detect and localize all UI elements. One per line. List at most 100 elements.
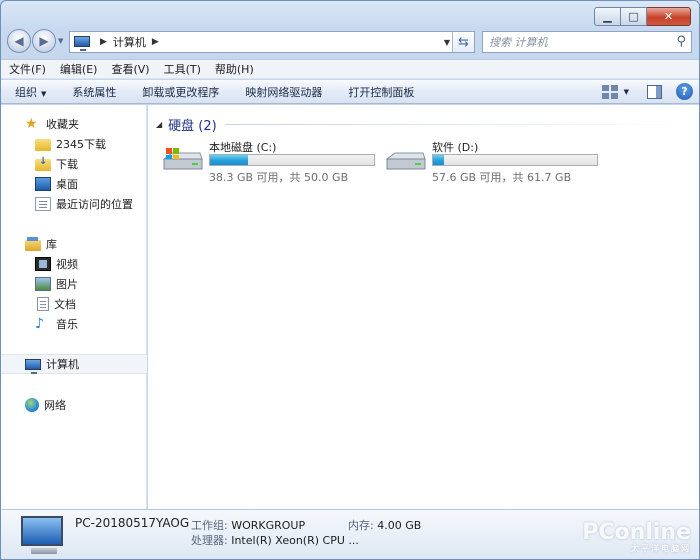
maximize-button[interactable]: □ [621, 7, 647, 26]
windows-drive-icon [162, 148, 203, 170]
sidebar-item-label: 文档 [54, 298, 76, 311]
processor-value: Intel(R) Xeon(R) CPU ... [231, 534, 359, 547]
recent-pages-dropdown[interactable]: ▼ [58, 37, 63, 45]
sidebar-item-label: 2345下载 [56, 138, 106, 151]
forward-button[interactable]: ▶ [32, 29, 56, 53]
search-input[interactable]: 搜索 计算机 ⚲ [482, 31, 692, 53]
pconline-watermark: PConline 太平洋电脑网 [582, 520, 691, 554]
computer-icon [74, 35, 90, 51]
search-icon[interactable]: ⚲ [676, 34, 686, 49]
memory-value: 4.00 GB [377, 519, 422, 532]
drive-d[interactable]: 软件 (D:) 57.6 GB 可用，共 61.7 GB [385, 139, 605, 184]
drive-free-space: 57.6 GB 可用，共 61.7 GB [432, 171, 572, 184]
uninstall-program-button[interactable]: 卸载或更改程序 [142, 84, 219, 100]
processor-label: 处理器: [191, 534, 228, 547]
system-properties-button[interactable]: 系统属性 [72, 84, 116, 100]
search-placeholder: 搜索 计算机 [489, 36, 548, 49]
document-icon [37, 297, 49, 311]
map-network-drive-button[interactable]: 映射网络驱动器 [245, 84, 322, 100]
workgroup-value: WORKGROUP [231, 519, 306, 532]
menu-file[interactable]: 文件(F) [9, 61, 46, 77]
preview-pane-icon[interactable] [647, 84, 662, 99]
drive-usage-bar [209, 154, 375, 166]
breadcrumb-computer[interactable]: 计算机 [113, 34, 146, 50]
video-icon [35, 257, 51, 271]
forward-arrow-icon: ▶ [39, 34, 49, 48]
content-pane: ◢ 硬盘 (2) 本地磁盘 (C:) 38.3 GB 可用，共 50.0 GB [148, 105, 699, 509]
change-view-icon[interactable] [601, 84, 618, 99]
group-divider [224, 124, 691, 125]
sidebar-item-label: 库 [46, 238, 57, 251]
refresh-button[interactable]: ⇆ [452, 32, 474, 52]
organize-label: 组织 [15, 85, 37, 99]
back-button[interactable]: ◀ [7, 29, 31, 53]
back-arrow-icon: ◀ [14, 34, 24, 48]
watermark-brand: PConline [582, 520, 691, 545]
minimize-button[interactable]: ▁ [594, 7, 621, 26]
drive-free-space: 38.3 GB 可用，共 50.0 GB [209, 171, 349, 184]
sidebar-item-label: 计算机 [46, 358, 79, 371]
sidebar-item-computer[interactable]: 计算机 [1, 354, 147, 374]
command-bar: 组织 ▼ 系统属性 卸载或更改程序 映射网络驱动器 打开控制面板 ▼ ? [1, 80, 699, 104]
drive-name: 本地磁盘 (C:) [209, 141, 277, 154]
address-dropdown-icon[interactable]: ▼ [444, 38, 450, 47]
navigation-pane: ★ 收藏夹 2345下载 下载 桌面 最近访问的位置 库 视频 [1, 105, 147, 509]
breadcrumb-separator-icon[interactable]: ▶ [152, 37, 159, 47]
address-bar[interactable]: ▶ 计算机 ▶ ▼ ⇆ [69, 31, 475, 53]
sidebar-item-network[interactable]: 网络 [1, 395, 147, 415]
sidebar-item-recent-places[interactable]: 最近访问的位置 [1, 194, 147, 214]
view-dropdown-icon[interactable]: ▼ [624, 88, 629, 96]
open-control-panel-button[interactable]: 打开控制面板 [348, 84, 414, 100]
sidebar-item-pictures[interactable]: 图片 [1, 274, 147, 294]
sidebar-item-label: 视频 [56, 258, 78, 271]
picture-icon [35, 277, 51, 291]
drive-name: 软件 (D:) [432, 141, 479, 154]
sidebar-item-label: 下载 [56, 158, 78, 171]
folder-icon [35, 138, 51, 151]
sidebar-item-favorites[interactable]: ★ 收藏夹 [1, 114, 147, 134]
drive-usage-fill [433, 155, 444, 165]
sidebar-item-2345-downloads[interactable]: 2345下载 [1, 134, 147, 154]
collapse-arrow-icon[interactable]: ◢ [156, 120, 162, 129]
processor-info: 处理器: Intel(R) Xeon(R) CPU ... [191, 532, 359, 548]
recent-places-icon [35, 197, 51, 211]
menu-help[interactable]: 帮助(H) [215, 61, 254, 77]
organize-button[interactable]: 组织 ▼ [15, 84, 46, 100]
sidebar-item-libraries[interactable]: 库 [1, 234, 147, 254]
hard-drive-icon [385, 152, 426, 170]
close-button[interactable]: ✕ [647, 7, 691, 26]
hard-disks-group-header[interactable]: ◢ 硬盘 (2) [156, 115, 691, 134]
music-icon: ♪ [35, 316, 44, 332]
star-icon: ★ [25, 116, 38, 132]
group-title: 硬盘 (2) [168, 119, 217, 134]
computer-name: PC-20180517YAOG [75, 516, 190, 530]
sidebar-item-music[interactable]: ♪ 音乐 [1, 314, 147, 334]
explorer-window: ▁ □ ✕ ◀ ▶ ▼ ▶ 计算机 ▶ ▼ ⇆ 搜索 计算机 ⚲ 文件(F) 编… [0, 0, 700, 560]
sidebar-item-label: 音乐 [56, 318, 78, 331]
sidebar-item-label: 图片 [56, 278, 78, 291]
drive-usage-bar [432, 154, 598, 166]
menu-view[interactable]: 查看(V) [111, 61, 149, 77]
menu-edit[interactable]: 编辑(E) [60, 61, 98, 77]
workgroup-info: 工作组: WORKGROUP [191, 517, 305, 533]
memory-info: 内存: 4.00 GB [348, 517, 421, 533]
sidebar-item-label: 收藏夹 [46, 118, 79, 131]
downloads-folder-icon [35, 156, 51, 171]
drive-c[interactable]: 本地磁盘 (C:) 38.3 GB 可用，共 50.0 GB [162, 139, 382, 184]
desktop-icon [35, 177, 51, 191]
network-icon [25, 398, 39, 412]
memory-label: 内存: [348, 519, 374, 532]
workgroup-label: 工作组: [191, 519, 228, 532]
sidebar-item-label: 最近访问的位置 [56, 198, 133, 211]
sidebar-item-videos[interactable]: 视频 [1, 254, 147, 274]
sidebar-item-documents[interactable]: 文档 [1, 294, 147, 314]
sidebar-item-downloads[interactable]: 下载 [1, 154, 147, 174]
breadcrumb-separator-icon[interactable]: ▶ [100, 37, 107, 47]
help-icon[interactable]: ? [676, 83, 693, 100]
sidebar-item-desktop[interactable]: 桌面 [1, 174, 147, 194]
sidebar-item-label: 网络 [44, 399, 66, 412]
window-controls: ▁ □ ✕ [594, 7, 691, 26]
menu-tools[interactable]: 工具(T) [164, 61, 201, 77]
menu-bar: 文件(F) 编辑(E) 查看(V) 工具(T) 帮助(H) [1, 59, 699, 79]
sidebar-item-label: 桌面 [56, 178, 78, 191]
